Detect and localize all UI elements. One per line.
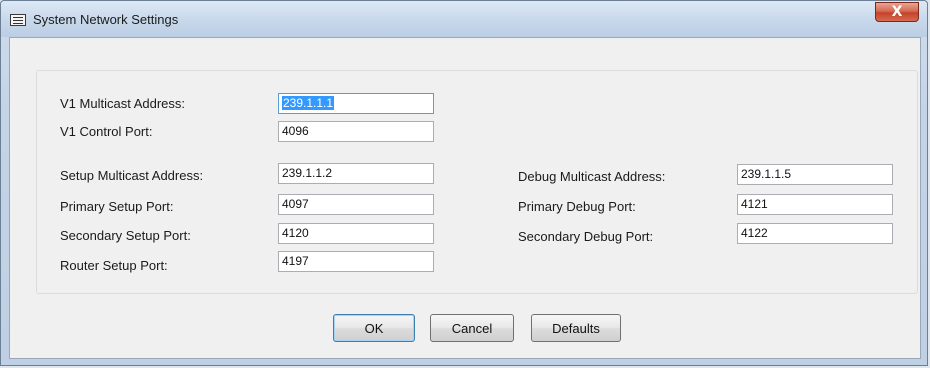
primary-setup-port-field[interactable]: 4097 — [278, 194, 434, 215]
secondary-debug-port-field[interactable]: 4122 — [737, 223, 893, 244]
router-setup-port-label: Router Setup Port: — [60, 258, 168, 273]
defaults-button[interactable]: Defaults — [531, 314, 621, 342]
dialog-window: System Network Settings X V1 Multicast A… — [0, 0, 928, 366]
debug-multicast-label: Debug Multicast Address: — [518, 169, 666, 184]
v1-control-port-label: V1 Control Port: — [60, 124, 153, 139]
cancel-button[interactable]: Cancel — [430, 314, 514, 342]
dialog-client-area: V1 Multicast Address: 239.1.1.1 V1 Contr… — [9, 37, 921, 359]
secondary-setup-port-label: Secondary Setup Port: — [60, 228, 191, 243]
v1-multicast-label: V1 Multicast Address: — [60, 96, 185, 111]
v1-control-port-field[interactable]: 4096 — [278, 121, 434, 142]
close-icon: X — [891, 4, 903, 20]
setup-multicast-label: Setup Multicast Address: — [60, 168, 204, 183]
title-bar[interactable]: System Network Settings X — [1, 1, 927, 37]
debug-multicast-field[interactable]: 239.1.1.5 — [737, 164, 893, 185]
ok-button[interactable]: OK — [333, 314, 415, 342]
window-title: System Network Settings — [33, 12, 179, 27]
primary-debug-port-field[interactable]: 4121 — [737, 194, 893, 215]
primary-setup-port-label: Primary Setup Port: — [60, 199, 174, 214]
router-setup-port-field[interactable]: 4197 — [278, 251, 434, 272]
close-button[interactable]: X — [875, 2, 919, 22]
secondary-debug-port-label: Secondary Debug Port: — [518, 229, 654, 244]
setup-multicast-field[interactable]: 239.1.1.2 — [278, 163, 434, 184]
v1-multicast-field[interactable]: 239.1.1.1 — [278, 93, 434, 114]
secondary-setup-port-field[interactable]: 4120 — [278, 223, 434, 244]
window-app-icon — [10, 14, 26, 26]
primary-debug-port-label: Primary Debug Port: — [518, 199, 636, 214]
